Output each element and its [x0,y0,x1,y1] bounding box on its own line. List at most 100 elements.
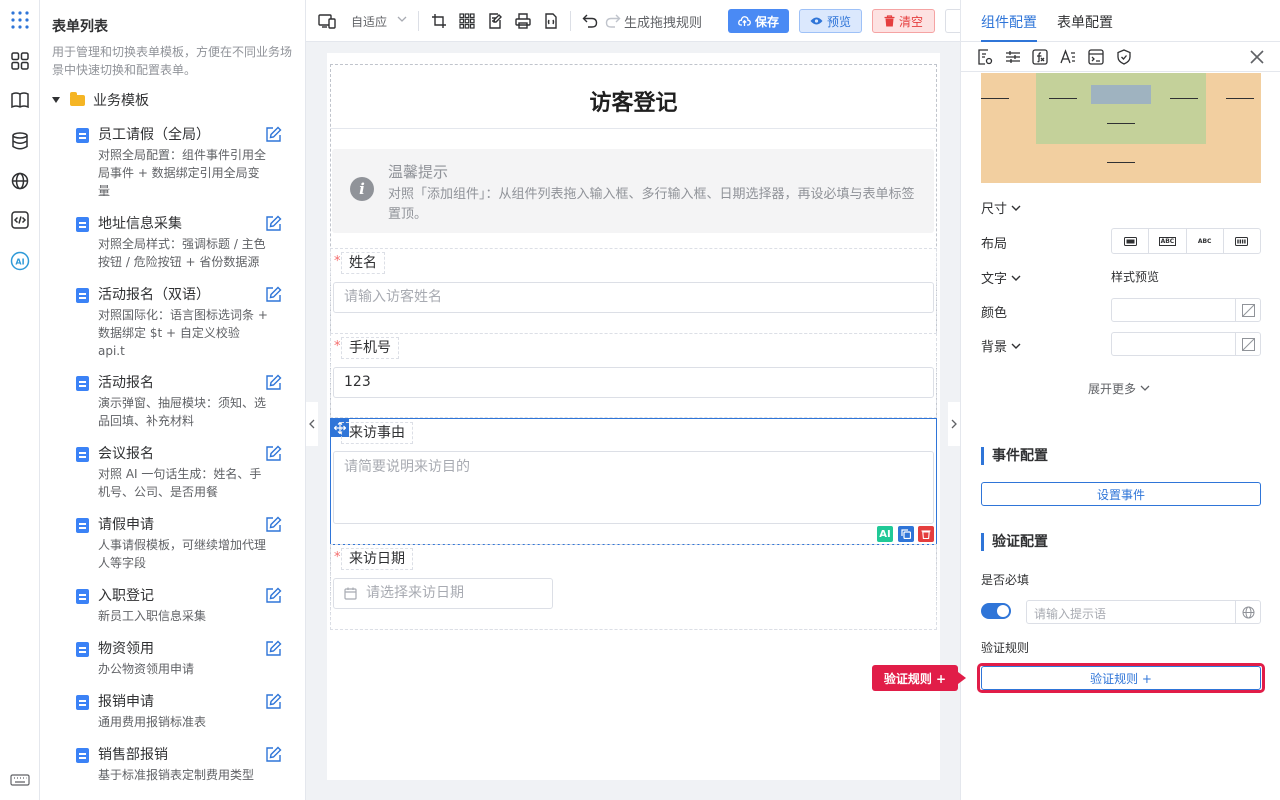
apps-grid-icon[interactable] [9,9,31,31]
edit-icon[interactable] [265,445,282,466]
template-name: 地址信息采集 [98,216,182,232]
color-picker-icon[interactable] [1235,333,1260,355]
required-mark: * [334,339,341,354]
folder-business-templates[interactable]: 业务模板 [52,90,149,110]
props-icon[interactable] [976,48,994,66]
database-icon[interactable] [9,130,31,152]
text-style-icon[interactable] [1059,48,1077,66]
config-icon-bar [961,42,1280,72]
adaptive-select[interactable]: 自适应 [351,13,387,30]
keyboard-icon[interactable] [9,769,31,791]
edit-icon[interactable] [265,374,282,395]
expand-caret-icon[interactable] [52,97,60,103]
undo-icon[interactable] [581,12,599,30]
chevron-down-icon [1011,205,1021,211]
delete-icon[interactable] [918,526,934,542]
margin-bottom-value[interactable] [1107,162,1135,163]
edit-icon[interactable] [265,746,282,767]
tip-text: 对照「添加组件」：从组件列表拖入输入框、多行输入框、日期选择器，再设必填与表单标… [388,187,915,222]
size-toggle[interactable]: 尺寸 [981,198,1021,217]
edit-icon[interactable] [265,640,282,661]
padding-bottom-value[interactable] [1107,123,1135,124]
edit-icon[interactable] [265,693,282,714]
template-name: 请假申请 [98,517,154,533]
info-icon: i [350,177,374,201]
field-label: 来访事由 [341,422,413,444]
expand-more-button[interactable]: 展开更多 [1088,380,1150,397]
color-picker-icon[interactable] [1235,299,1260,321]
field-name[interactable]: * 姓名 请输入访客姓名 [330,248,937,334]
set-event-button[interactable]: 设置事件 [981,482,1261,506]
template-desc: 基于标准报销表定制费用类型 [98,768,255,782]
edit-doc-icon[interactable] [486,12,504,30]
template-name: 销售部报销 [98,747,168,763]
generate-rules-button[interactable]: 生成拖拽规则 [624,12,702,31]
layout-block-button[interactable] [1112,229,1150,253]
collapse-left-button[interactable] [306,402,318,446]
json-icon[interactable] [542,12,560,30]
shield-icon[interactable] [1115,48,1133,66]
print-icon[interactable] [514,12,532,30]
save-button[interactable]: 保存 [728,9,789,33]
tab-form-config[interactable]: 表单配置 [1057,12,1113,32]
color-input[interactable] [1111,298,1261,322]
chevron-down-icon[interactable] [396,13,408,29]
form-canvas: 访客登记 i 温馨提示 对照「添加组件」：从组件列表拖入输入框、多行输入框、日期… [327,53,940,780]
required-toggle[interactable] [981,603,1011,619]
text-toggle[interactable]: 文字 [981,268,1021,287]
trash-icon [884,15,895,27]
layout-inline-button[interactable]: ABC [1187,229,1224,253]
document-icon [76,695,89,710]
background-input[interactable] [1111,332,1261,356]
edit-icon[interactable] [265,126,282,147]
copy-icon[interactable] [898,526,914,542]
margin-right-value[interactable] [1226,98,1254,99]
name-input[interactable]: 请输入访客姓名 [333,282,934,313]
code-icon[interactable] [9,209,31,231]
layout-inline-block-button[interactable]: ABC [1149,229,1187,253]
close-icon[interactable] [1248,48,1266,66]
layout-flex-button[interactable] [1224,229,1260,253]
book-icon[interactable] [9,89,31,111]
edit-icon[interactable] [265,516,282,537]
field-reason[interactable]: 来访事由 请简要说明来访目的 AI [330,418,937,545]
reason-textarea[interactable]: 请简要说明来访目的 [333,451,934,524]
date-picker[interactable]: 请选择来访日期 [333,578,553,609]
edit-icon[interactable] [265,286,282,307]
ai-action-button[interactable]: AI [877,526,893,542]
tab-component-config[interactable]: 组件配置 [981,12,1037,32]
ai-icon[interactable]: AI [9,250,31,272]
device-icon[interactable] [318,12,336,30]
globe-icon[interactable] [1235,601,1260,623]
edit-icon[interactable] [265,215,282,236]
collapse-right-button[interactable] [948,402,960,446]
padding-left-value[interactable] [1049,98,1077,99]
grid-icon[interactable] [458,12,476,30]
template-desc: 新员工入职信息采集 [98,609,207,623]
form-title[interactable]: 访客登记 [330,64,937,129]
redo-icon[interactable] [604,12,622,30]
clear-button[interactable]: 清空 [872,9,935,33]
field-phone[interactable]: * 手机号 123 [330,333,937,418]
sliders-icon[interactable] [1004,48,1022,66]
date-placeholder: 请选择来访日期 [366,585,464,601]
event-icon[interactable] [1087,48,1105,66]
function-icon[interactable] [1031,48,1049,66]
globe-icon[interactable] [9,170,31,192]
margin-left-value[interactable] [981,98,1009,99]
components-icon[interactable] [9,50,31,72]
background-toggle[interactable]: 背景 [981,336,1021,355]
required-mark: * [334,550,341,565]
phone-input[interactable]: 123 [333,367,934,398]
tip-alert[interactable]: i 温馨提示 对照「添加组件」：从组件列表拖入输入框、多行输入框、日期选择器，再… [332,149,934,233]
document-icon [76,518,89,533]
template-name: 报销申请 [98,694,154,710]
preview-button[interactable]: 预览 [799,9,862,33]
padding-right-value[interactable] [1170,98,1198,99]
template-desc: 办公物资领用申请 [98,662,195,676]
required-message-input[interactable]: 请输入提示语 [1026,600,1261,624]
size-label: 尺寸 [981,202,1008,217]
field-date[interactable]: * 来访日期 请选择来访日期 [330,544,937,630]
edit-icon[interactable] [265,587,282,608]
crop-icon[interactable] [430,12,448,30]
